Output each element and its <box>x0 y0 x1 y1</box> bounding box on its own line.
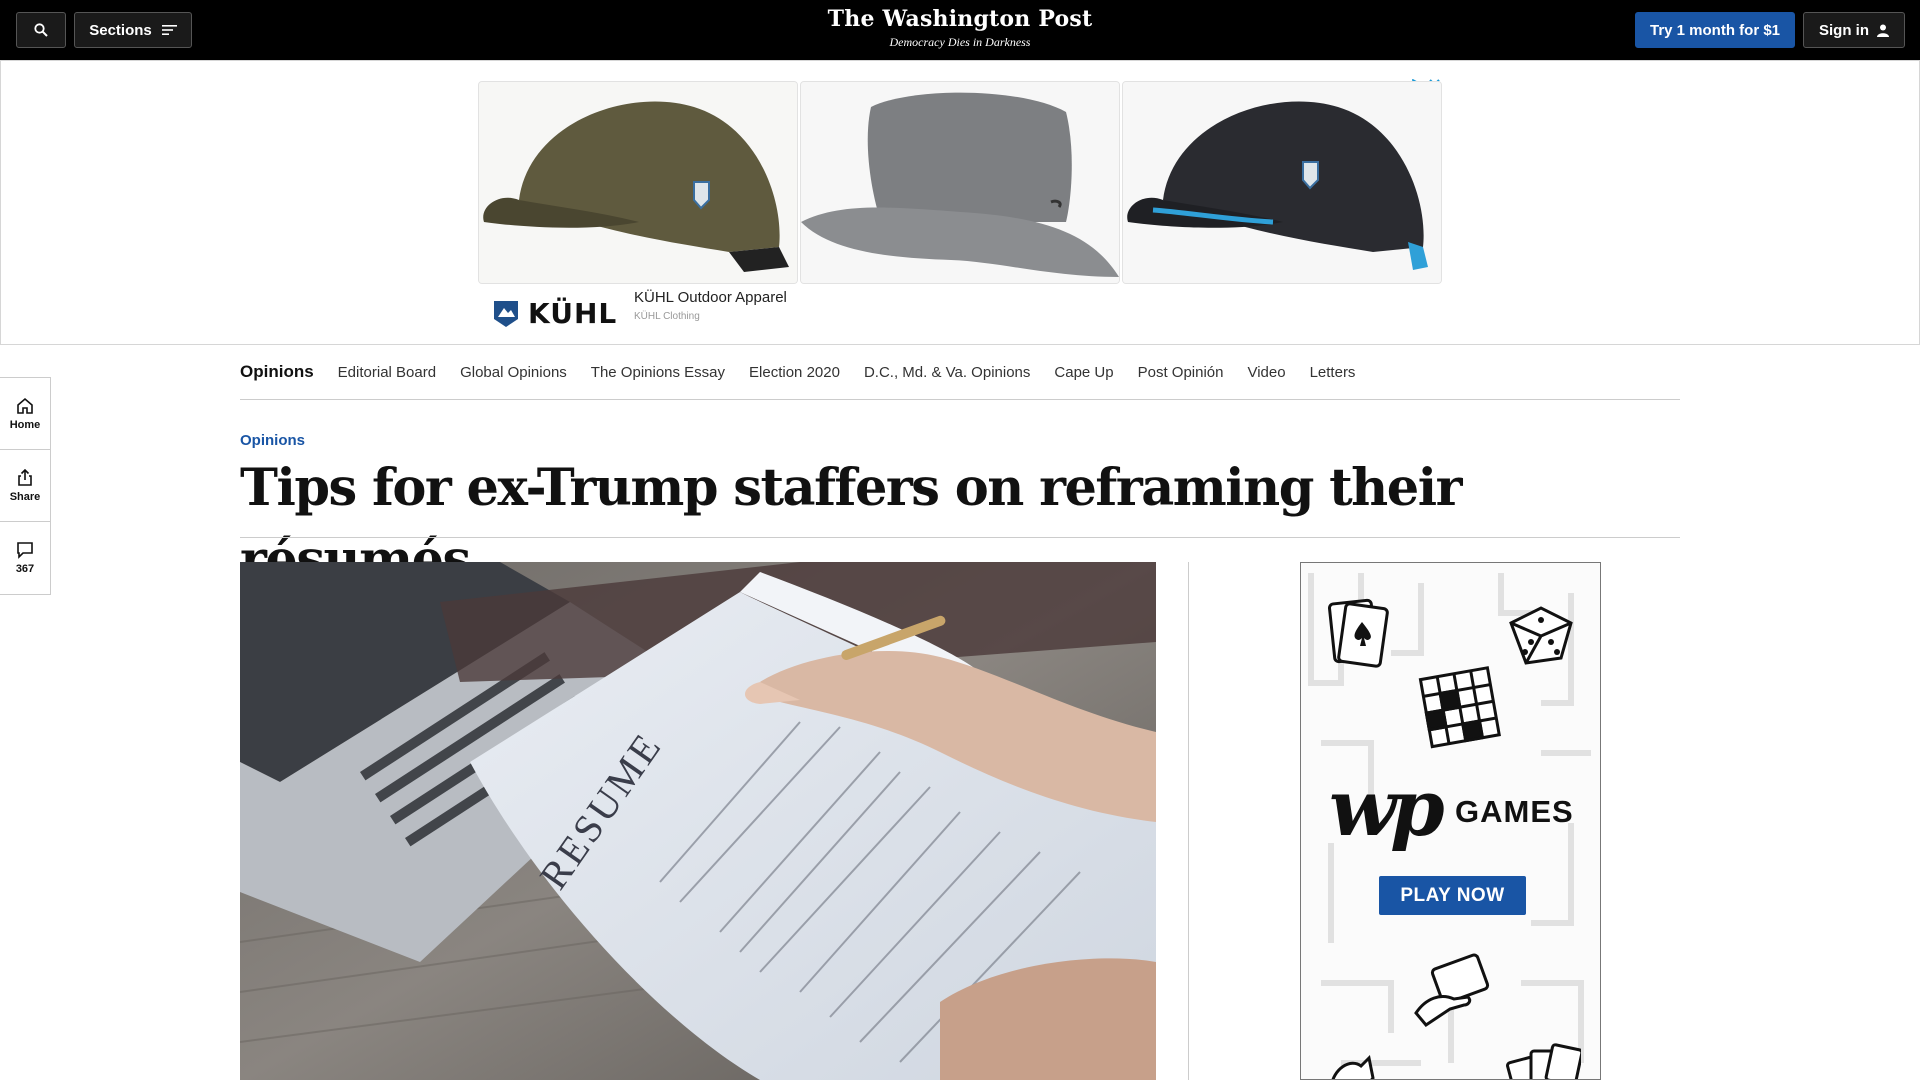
top-bar: Sections The Washington Post Democracy D… <box>0 0 1920 60</box>
share-button[interactable]: Share <box>0 450 50 522</box>
menu-icon <box>161 25 177 35</box>
home-label: Home <box>9 418 41 431</box>
sign-in-button[interactable]: Sign in <box>1803 12 1905 48</box>
column-divider <box>1188 562 1189 1080</box>
comments-button[interactable]: 367 <box>0 522 50 594</box>
chess-piece-icon <box>1331 1054 1375 1079</box>
ad-subtitle: KÜHL Clothing <box>634 311 700 322</box>
search-icon <box>34 23 48 37</box>
cap-image <box>479 82 797 283</box>
home-icon <box>17 397 33 414</box>
sections-label: Sections <box>89 21 152 39</box>
share-icon <box>18 468 32 486</box>
playing-card-icon <box>1327 598 1389 668</box>
logo-block: The Washington Post Democracy Dies in Da… <box>0 6 1920 50</box>
cap-image <box>1123 82 1441 283</box>
ad-product-dark-cap[interactable] <box>1122 81 1442 284</box>
site-tagline: Democracy Dies in Darkness <box>889 35 1031 49</box>
subscribe-button[interactable]: Try 1 month for $1 <box>1635 12 1795 48</box>
user-icon <box>1877 24 1889 37</box>
games-wordmark: GAMES <box>1455 794 1574 829</box>
share-label: Share <box>9 490 41 503</box>
subnav-item-election-2020[interactable]: Election 2020 <box>749 364 840 381</box>
games-ad[interactable]: wp GAMES PLAY NOW <box>1300 562 1601 1080</box>
crossword-icon <box>1418 666 1501 749</box>
play-now-button[interactable]: PLAY NOW <box>1379 876 1526 915</box>
ad-banner[interactable]: KÜHL KÜHL Outdoor Apparel KÜHL Clothing <box>0 60 1920 345</box>
site-logo[interactable]: The Washington Post <box>828 6 1093 32</box>
subnav-item-video[interactable]: Video <box>1247 364 1285 381</box>
left-share-rail: Home Share 367 <box>0 377 51 595</box>
cards-stack-icon <box>1506 1043 1581 1079</box>
bucket-hat-image <box>801 82 1119 283</box>
search-button[interactable] <box>16 12 66 48</box>
subnav-item-global-opinions[interactable]: Global Opinions <box>460 364 567 381</box>
subnav-item-cape-up[interactable]: Cape Up <box>1054 364 1113 381</box>
subnav-item-editorial-board[interactable]: Editorial Board <box>338 364 436 381</box>
subnav-item-opinions-essay[interactable]: The Opinions Essay <box>591 364 725 381</box>
ad-content[interactable]: KÜHL KÜHL Outdoor Apparel KÜHL Clothing <box>478 79 1444 333</box>
article-kicker[interactable]: Opinions <box>240 432 305 449</box>
sign-in-label: Sign in <box>1819 21 1869 39</box>
ad-brand-wordmark: KÜHL <box>528 297 618 330</box>
resume-photo: RESUME <box>240 562 1156 1080</box>
sections-button[interactable]: Sections <box>74 12 192 48</box>
home-button[interactable]: Home <box>0 378 50 450</box>
subnav-item-post-opinion[interactable]: Post Opinión <box>1138 364 1224 381</box>
wp-games-logo: wp <box>1329 763 1445 854</box>
subnav-item-opinions[interactable]: Opinions <box>240 362 314 382</box>
ad-brand-logo[interactable]: KÜHL <box>492 297 617 330</box>
comment-icon <box>17 542 33 559</box>
ad-product-olive-cap[interactable] <box>478 81 798 284</box>
dice-icon <box>1509 606 1573 665</box>
ad-product-gray-bucket-hat[interactable] <box>800 81 1120 284</box>
subnav-item-dc-md-va[interactable]: D.C., Md. & Va. Opinions <box>864 364 1030 381</box>
article-hero-image[interactable]: RESUME <box>240 562 1156 1080</box>
ad-title[interactable]: KÜHL Outdoor Apparel <box>634 289 787 306</box>
subnav-item-letters[interactable]: Letters <box>1310 364 1356 381</box>
kuhl-mountain-icon <box>494 300 518 327</box>
headline-divider <box>240 537 1680 538</box>
comments-count: 367 <box>15 563 35 575</box>
opinions-subnav: Opinions Editorial Board Global Opinions… <box>240 345 1680 400</box>
hand-card-icon <box>1414 953 1490 1027</box>
